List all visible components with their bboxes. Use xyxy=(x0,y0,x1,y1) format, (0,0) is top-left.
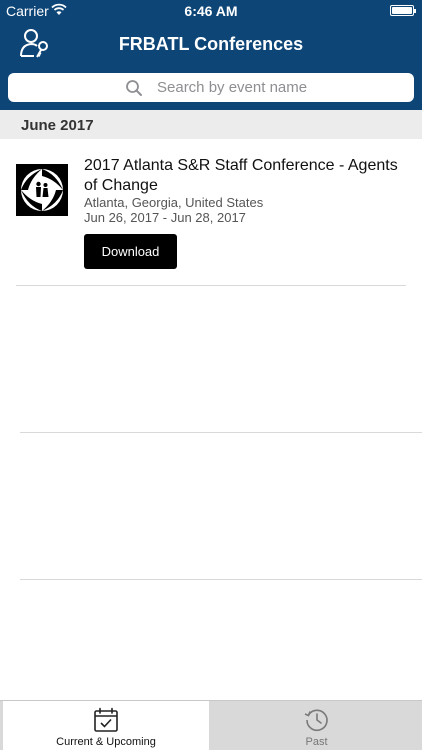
event-title: 2017 Atlanta S&R Staff Conference - Agen… xyxy=(84,157,398,194)
app-header: Carrier 6:46 AM FRBATL Conferences xyxy=(0,0,422,110)
calendar-check-icon xyxy=(94,707,118,732)
row-divider xyxy=(20,579,422,580)
event-thumbnail xyxy=(16,164,68,216)
row-divider xyxy=(20,432,422,433)
tab-bar: Current & Upcoming Past xyxy=(0,700,422,750)
section-header: June 2017 xyxy=(0,110,422,139)
tab-label: Past xyxy=(305,736,328,748)
event-location: Atlanta, Georgia, United States xyxy=(84,195,264,210)
spy-agents-logo xyxy=(16,164,68,216)
nav-bar: FRBATL Conferences xyxy=(0,22,422,66)
history-clock-icon xyxy=(304,709,328,732)
event-dates: Jun 26, 2017 - Jun 28, 2017 xyxy=(84,210,246,225)
section-title: June 2017 xyxy=(21,117,94,134)
event-row[interactable]: 2017 Atlanta S&R Staff Conference - Agen… xyxy=(0,139,422,286)
download-button[interactable]: Download xyxy=(84,234,177,269)
battery-fill xyxy=(392,7,412,14)
status-time: 6:46 AM xyxy=(184,3,238,19)
page-title: FRBATL Conferences xyxy=(118,34,304,54)
tab-current-upcoming[interactable]: Current & Upcoming xyxy=(3,701,209,750)
tab-label: Current & Upcoming xyxy=(56,736,156,748)
search-input[interactable] xyxy=(151,73,401,102)
status-bar: Carrier 6:46 AM xyxy=(0,0,422,22)
search-icon xyxy=(126,80,142,96)
search-bar[interactable] xyxy=(8,73,414,102)
battery-icon xyxy=(390,5,416,16)
tab-past[interactable]: Past xyxy=(211,701,422,750)
row-divider xyxy=(16,285,406,286)
